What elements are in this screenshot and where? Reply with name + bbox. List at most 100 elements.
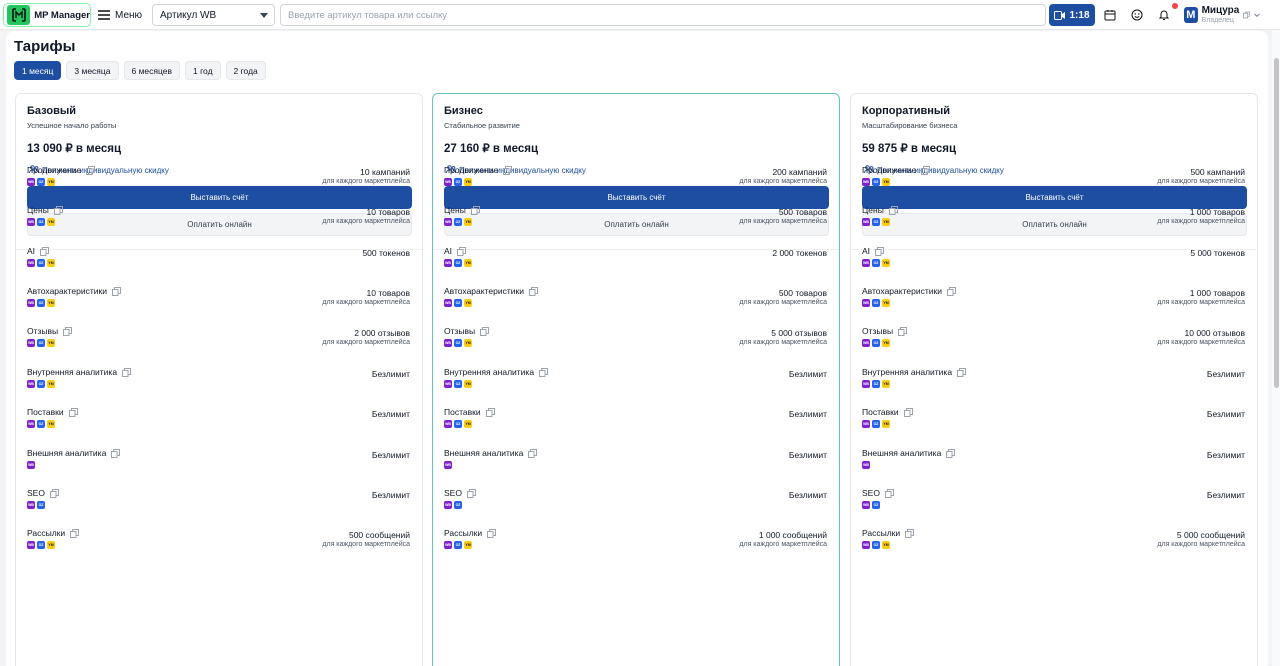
menu-button[interactable]: Меню (98, 6, 142, 24)
period-tab-1-year[interactable]: 1 год (185, 61, 221, 80)
copy-icon[interactable] (528, 286, 538, 296)
menu-label: Меню (115, 9, 143, 21)
feature-note: для каждого маркетплейса (739, 178, 827, 185)
feature-name: Рассылки (444, 528, 483, 538)
marketplace-badges: WB OZ YM (27, 380, 55, 388)
marketplace-badges: WB OZ YM (444, 299, 472, 307)
wildberries-badge: WB (862, 501, 870, 509)
copy-icon[interactable] (957, 367, 967, 377)
wildberries-badge: WB (27, 339, 35, 347)
copy-icon[interactable] (485, 407, 495, 417)
copy-icon[interactable] (888, 205, 898, 215)
feature-value: 10 товаров (366, 207, 410, 217)
marketplace-badges: WB OZ YM (27, 259, 55, 267)
feature-row: Внутренняя аналитика WB OZ YM Безлимит (16, 367, 422, 407)
feature-row: SEO WB OZ Безлимит (433, 488, 839, 528)
copy-icon[interactable] (70, 528, 80, 538)
copy-icon[interactable] (503, 165, 513, 175)
yandex-market-badge: YM (47, 380, 55, 388)
ozon-badge: OZ (454, 541, 462, 549)
scrollbar-thumb[interactable] (1274, 58, 1279, 388)
feature-note: для каждого маркетплейса (739, 339, 827, 346)
period-tab-3-months[interactable]: 3 месяца (66, 61, 119, 80)
feature-name: Поставки (27, 407, 64, 417)
copy-icon[interactable] (68, 407, 78, 417)
marketplace-badges: WB OZ (444, 501, 462, 509)
copy-icon[interactable] (946, 448, 956, 458)
feature-row: Внутренняя аналитика WB OZ YM Безлимит (433, 367, 839, 407)
feature-name: Внешняя аналитика (27, 448, 107, 458)
user-role: Владелец (1201, 16, 1234, 24)
feature-row: Внешняя аналитика WB Безлимит (16, 448, 422, 488)
copy-icon[interactable] (528, 448, 538, 458)
ozon-badge: OZ (37, 380, 45, 388)
app-logo[interactable]: MP Manager (3, 3, 91, 27)
ozon-badge: OZ (872, 541, 880, 549)
calendar-icon[interactable] (1101, 6, 1119, 24)
feature-name: Поставки (862, 407, 899, 417)
feature-value: 500 кампаний (1190, 167, 1245, 177)
copy-icon[interactable] (487, 528, 497, 538)
feature-row: Отзывы WB OZ YM 2 000 отзывов для каждого мар… (16, 326, 422, 366)
user-name: Мицура (1201, 4, 1240, 16)
ozon-badge: OZ (454, 259, 462, 267)
copy-icon[interactable] (470, 205, 480, 215)
copy-icon[interactable] (111, 286, 121, 296)
user-menu[interactable]: M Мицура Владелец (1184, 3, 1260, 27)
wildberries-badge: WB (862, 299, 870, 307)
ozon-badge: OZ (37, 339, 45, 347)
copy-icon[interactable] (884, 488, 894, 498)
copy-icon[interactable] (63, 326, 73, 336)
feature-value: Безлимит (788, 369, 827, 379)
copy-icon[interactable] (457, 246, 467, 256)
copy-icon[interactable] (480, 326, 490, 336)
yandex-market-badge: YM (882, 218, 890, 226)
copy-icon[interactable] (466, 488, 476, 498)
copy-icon[interactable] (86, 165, 96, 175)
video-timer-button[interactable]: 1:18 (1049, 4, 1095, 26)
period-tab-6-months[interactable]: 6 месяцев (123, 61, 181, 80)
feature-value: 200 кампаний (772, 167, 827, 177)
feature-row: AI WB OZ YM 2 000 токенов (433, 246, 839, 286)
chevron-down-icon (260, 12, 268, 18)
copy-icon[interactable] (40, 246, 50, 256)
wildberries-badge: WB (444, 339, 452, 347)
yandex-market-badge: YM (464, 420, 472, 428)
copy-icon[interactable] (49, 488, 59, 498)
feature-name: Автохарактеристики (862, 286, 942, 296)
marketplace-badges: WB OZ YM (27, 339, 55, 347)
copy-icon[interactable] (898, 326, 908, 336)
copy-icon[interactable] (921, 165, 931, 175)
scrollbar[interactable] (1272, 30, 1280, 666)
marketplace-badges: WB OZ YM (27, 218, 55, 226)
feature-value: Безлимит (371, 450, 410, 460)
marketplace-badges: WB OZ YM (862, 259, 890, 267)
copy-icon[interactable] (875, 246, 885, 256)
copy-icon[interactable] (903, 407, 913, 417)
copy-icon[interactable] (122, 367, 132, 377)
copy-icon[interactable] (905, 528, 915, 538)
copy-icon[interactable] (53, 205, 63, 215)
copy-icon[interactable] (111, 448, 121, 458)
search-input[interactable] (280, 4, 1046, 26)
period-tab-2-years[interactable]: 2 года (225, 61, 266, 80)
copy-icon[interactable] (539, 367, 549, 377)
marketplace-badges: WB (862, 461, 870, 469)
feature-value: Безлимит (371, 409, 410, 419)
feature-value: 10 000 отзывов (1184, 328, 1245, 338)
period-tab-1-month[interactable]: 1 месяц (14, 61, 62, 80)
top-bar: MP Manager Меню Артикул WB 1:18 M Мицура… (0, 0, 1280, 30)
ozon-badge: OZ (872, 380, 880, 388)
copy-icon[interactable] (946, 286, 956, 296)
marketplace-badges: WB OZ YM (27, 541, 55, 549)
bell-icon[interactable] (1155, 6, 1173, 24)
plan-name: Корпоративный (862, 105, 951, 117)
feature-row: SEO WB OZ Безлимит (16, 488, 422, 528)
marketplace-badges: WB OZ YM (444, 218, 472, 226)
wildberries-badge: WB (444, 259, 452, 267)
smiley-icon[interactable] (1128, 6, 1146, 24)
ozon-badge: OZ (37, 420, 45, 428)
plan-price: 27 160 ₽ в месяц (444, 143, 539, 155)
marketplace-select[interactable]: Артикул WB (152, 4, 275, 26)
marketplace-badges: WB (444, 461, 452, 469)
